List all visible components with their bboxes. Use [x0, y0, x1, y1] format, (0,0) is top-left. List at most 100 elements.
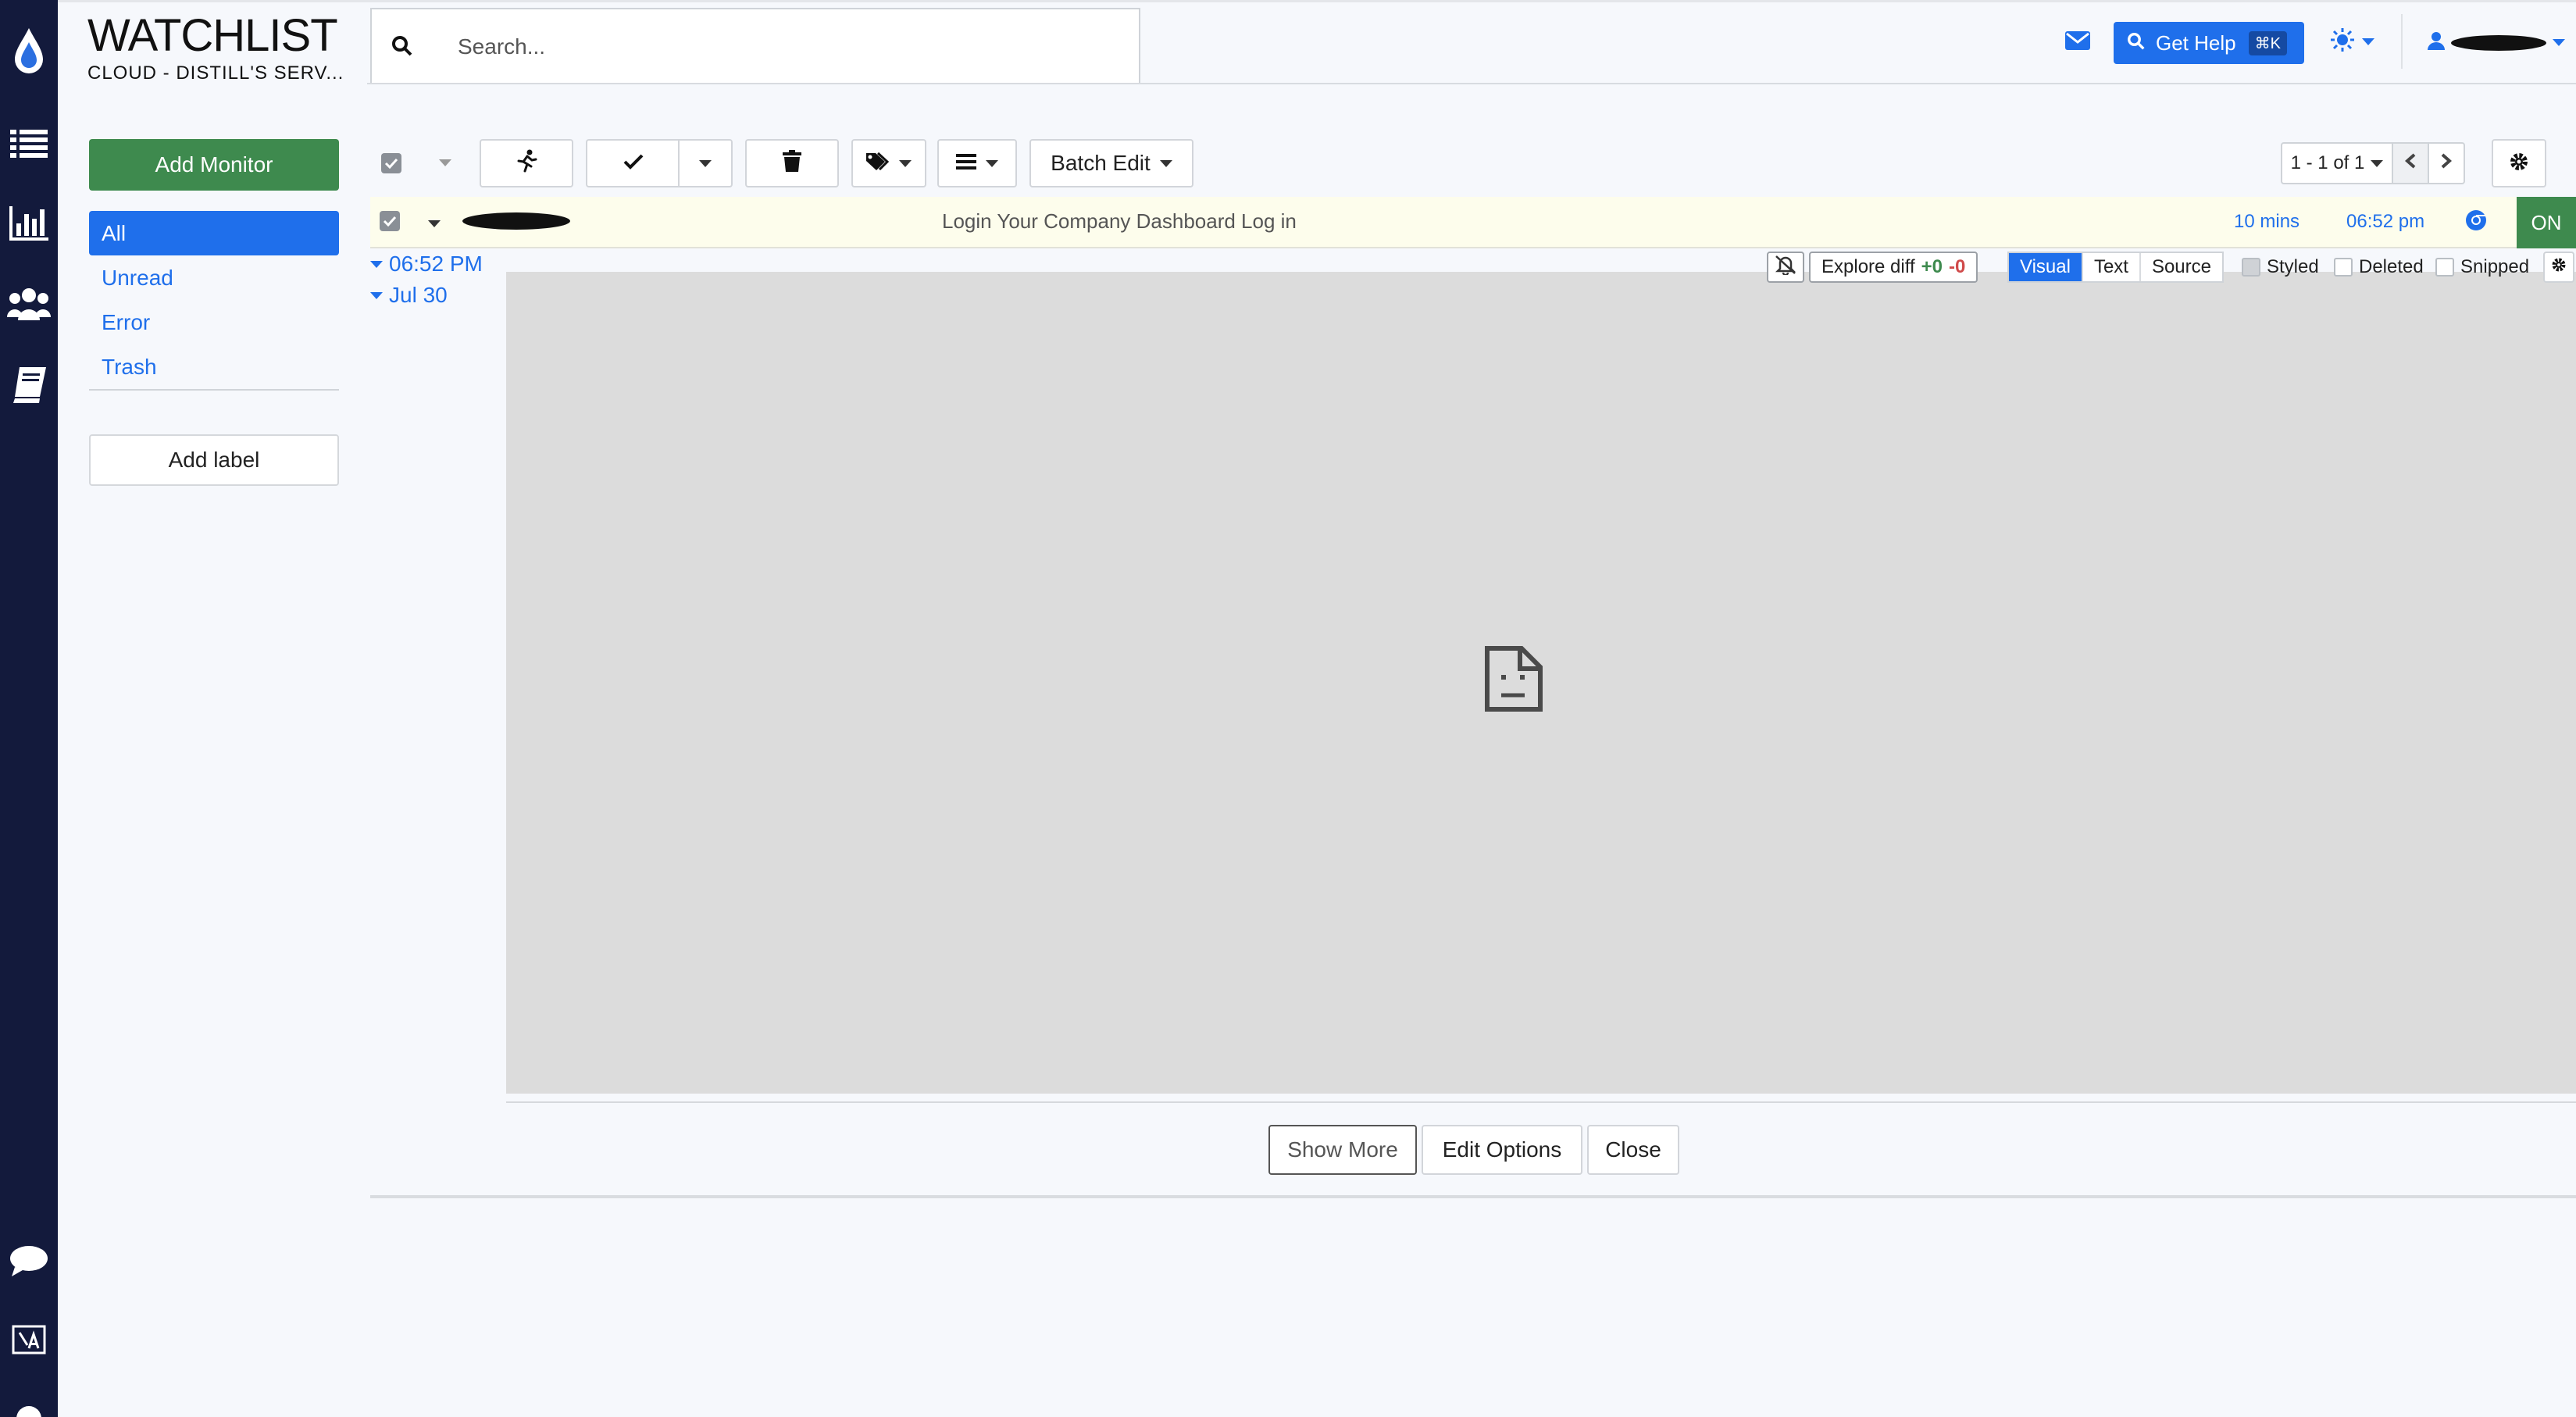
tags-dropdown[interactable]: [851, 139, 926, 187]
panel-bottom-border: [370, 1195, 2576, 1198]
mark-read-dropdown[interactable]: [678, 139, 733, 187]
tags-icon: [866, 151, 890, 176]
chevron-down-icon: [699, 159, 712, 167]
close-button[interactable]: Close: [1587, 1125, 1679, 1175]
tab-visual[interactable]: Visual: [2009, 253, 2083, 281]
sidebar-item-unread[interactable]: Unread: [89, 255, 339, 300]
sidebar-nav: All Unread Error Trash: [89, 211, 339, 389]
diff-view-tabs: Visual Text Source: [2007, 252, 2224, 283]
deleted-checkbox[interactable]: [2334, 258, 2353, 277]
settings-rail-icon[interactable]: [0, 1403, 58, 1417]
get-help-button[interactable]: Get Help ⌘K: [2114, 22, 2304, 64]
select-all-checkbox[interactable]: [381, 153, 401, 173]
sidebar-divider: [89, 389, 339, 391]
pager-range-dropdown[interactable]: 1 - 1 of 1: [2281, 142, 2393, 184]
theme-dropdown[interactable]: [2331, 28, 2374, 55]
prev-page-button[interactable]: [2393, 142, 2429, 184]
sun-icon: [2331, 28, 2354, 55]
check-icon: [623, 151, 644, 176]
run-check-button[interactable]: [480, 139, 573, 187]
timeline-date: Jul 30: [389, 283, 448, 307]
list-icon[interactable]: [0, 128, 58, 159]
redacted-monitor-name: [462, 212, 570, 230]
view-menu-dropdown[interactable]: [937, 139, 1017, 187]
chart-icon[interactable]: [0, 206, 58, 241]
brand-subtitle[interactable]: CLOUD - DISTILL'S SERV...: [87, 62, 344, 84]
next-page-button[interactable]: [2429, 142, 2465, 184]
row-expand-icon[interactable]: [428, 220, 441, 227]
header-divider: [367, 83, 2576, 84]
mail-icon[interactable]: [2065, 31, 2090, 54]
snipped-option[interactable]: Snipped: [2435, 252, 2529, 283]
sidebar-item-error[interactable]: Error: [89, 300, 339, 344]
search-icon: [2128, 31, 2145, 55]
explore-diff-label: Explore diff: [1821, 256, 1915, 277]
get-help-label: Get Help: [2156, 30, 2236, 55]
preview-divider: [506, 1101, 2576, 1103]
translate-icon[interactable]: [0, 1322, 58, 1359]
top-border: [58, 0, 2576, 2]
user-menu[interactable]: [2428, 31, 2565, 54]
batch-edit-label: Batch Edit: [1051, 151, 1151, 175]
select-dropdown-icon[interactable]: [439, 159, 451, 166]
add-label-button[interactable]: Add label: [89, 434, 339, 486]
search-icon: [392, 36, 412, 60]
sidebar-item-all[interactable]: All: [89, 211, 339, 255]
chevron-right-icon: [2441, 152, 2453, 174]
styled-checkbox[interactable]: [2242, 258, 2260, 277]
tab-source[interactable]: Source: [2141, 253, 2222, 281]
monitor-row[interactable]: Login Your Company Dashboard Log in 10 m…: [370, 197, 2576, 248]
diff-added-count: +0: [1921, 256, 1943, 277]
chevron-down-icon: [370, 260, 383, 268]
styled-option[interactable]: Styled: [2242, 252, 2319, 283]
trash-icon: [783, 149, 801, 177]
snipped-checkbox[interactable]: [2435, 258, 2454, 277]
distill-logo-icon[interactable]: [0, 27, 58, 75]
users-icon[interactable]: [0, 286, 58, 320]
chevron-down-icon: [1159, 159, 1172, 167]
show-more-button[interactable]: Show More: [1268, 1125, 1417, 1175]
tab-text[interactable]: Text: [2083, 253, 2141, 281]
gear-icon: [2551, 256, 2567, 278]
user-icon: [2428, 31, 2445, 54]
bell-slash-icon: [1775, 255, 1796, 280]
broken-page-icon: [1484, 645, 1543, 716]
timeline-time: 06:52 PM: [389, 252, 483, 276]
timeline-item[interactable]: 06:52 PM: [370, 252, 483, 277]
monitor-interval[interactable]: 10 mins: [2234, 211, 2299, 233]
brand-title: WATCHLIST: [87, 10, 338, 61]
chevron-down-icon: [986, 159, 998, 167]
add-monitor-button[interactable]: Add Monitor: [89, 139, 339, 191]
chevron-left-icon: [2404, 152, 2416, 174]
batch-edit-dropdown[interactable]: Batch Edit: [1029, 139, 1193, 187]
snipped-label: Snipped: [2460, 256, 2530, 277]
monitor-status-toggle[interactable]: ON: [2517, 197, 2576, 248]
timeline-item[interactable]: Jul 30: [370, 283, 448, 308]
edit-options-button[interactable]: Edit Options: [1422, 1125, 1582, 1175]
redacted-username: [2451, 34, 2546, 51]
sidebar-item-trash[interactable]: Trash: [89, 344, 339, 389]
running-icon: [515, 149, 538, 178]
chat-icon[interactable]: [0, 1245, 58, 1276]
pagination: 1 - 1 of 1: [2281, 142, 2465, 184]
chevron-down-icon: [2362, 38, 2374, 45]
mark-read-button[interactable]: [586, 139, 680, 187]
notifications-toggle[interactable]: [1767, 252, 1804, 283]
deleted-option[interactable]: Deleted: [2334, 252, 2424, 283]
list-settings-button[interactable]: [2492, 139, 2546, 187]
header-separator: [2401, 14, 2403, 69]
search-box: [370, 8, 1140, 84]
deleted-label: Deleted: [2359, 256, 2424, 277]
search-input[interactable]: [458, 30, 1114, 64]
explore-diff-button[interactable]: Explore diff +0 -0: [1809, 252, 1978, 283]
delete-button[interactable]: [745, 139, 839, 187]
book-icon[interactable]: [0, 367, 58, 403]
gear-icon: [2509, 152, 2529, 176]
styled-label: Styled: [2267, 256, 2319, 277]
monitor-last-checked[interactable]: 06:52 pm: [2346, 211, 2424, 233]
monitor-row-checkbox[interactable]: [380, 211, 400, 231]
diff-settings-button[interactable]: [2543, 252, 2574, 283]
chevron-down-icon: [2371, 159, 2384, 167]
get-help-shortcut: ⌘K: [2248, 30, 2287, 55]
monitor-title[interactable]: Login Your Company Dashboard Log in: [942, 209, 1297, 234]
